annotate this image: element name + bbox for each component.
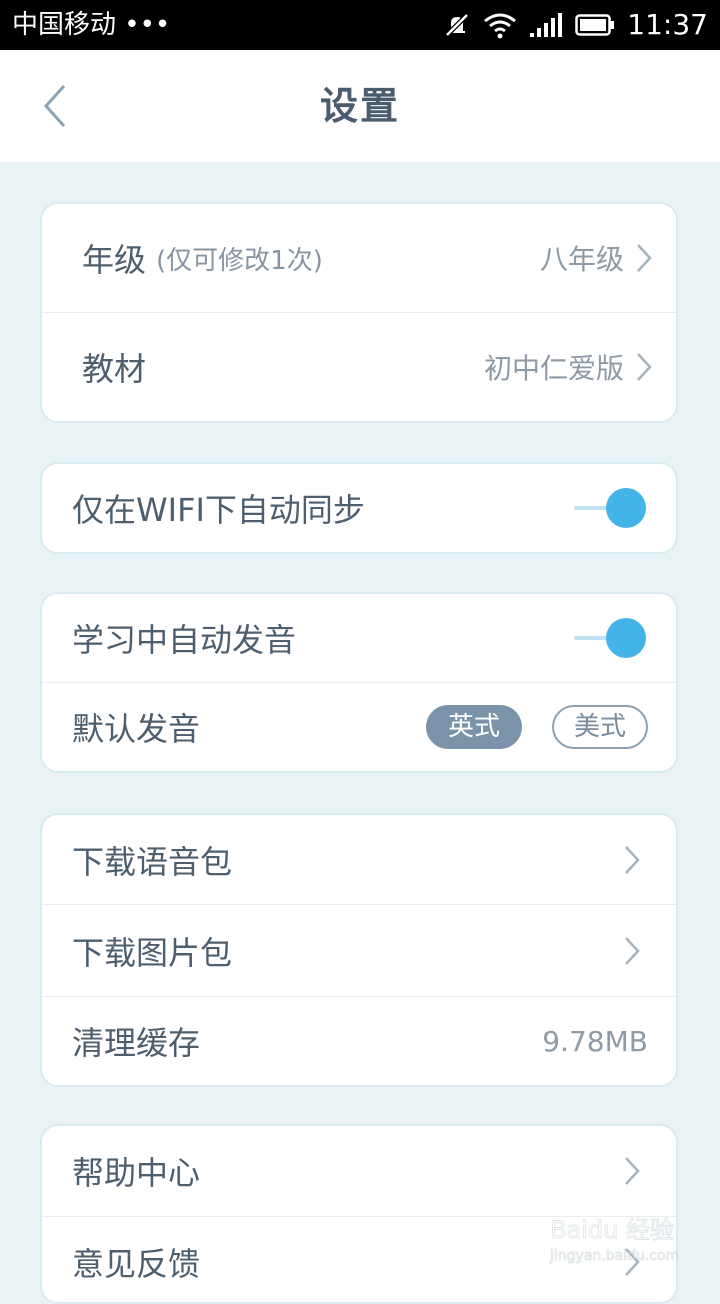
watermark-line2: jingyan.baidu.com <box>549 1248 679 1264</box>
toggle-knob <box>606 488 646 528</box>
mute-icon <box>445 13 470 37</box>
auto-pronounce-label: 学习中自动发音 <box>72 621 297 659</box>
help-center-label: 帮助中心 <box>72 1154 201 1192</box>
clear-cache-label: 清理缓存 <box>72 1024 201 1062</box>
page-title: 设置 <box>319 84 400 128</box>
american-option-button[interactable]: 美式 <box>552 705 648 749</box>
wifi-sync-toggle[interactable] <box>574 488 646 528</box>
chevron-right-icon <box>625 936 640 965</box>
auto-pronounce-row: 学习中自动发音 <box>42 594 676 683</box>
toggle-knob <box>606 618 646 658</box>
wifi-sync-label: 仅在WIFI下自动同步 <box>72 491 365 529</box>
grade-textbook-card: 年级 (仅可修改1次) 八年级 教材 初中仁爱版 <box>40 202 678 423</box>
grade-row[interactable]: 年级 (仅可修改1次) 八年级 <box>42 204 676 313</box>
chevron-right-icon <box>637 353 652 381</box>
wifi-sync-row: 仅在WIFI下自动同步 <box>42 464 676 552</box>
status-bar: 中国移动 ••• 11:37 <box>0 0 720 50</box>
pronunciation-card: 学习中自动发音 默认发音 英式 美式 <box>40 592 678 773</box>
default-pronounce-row: 默认发音 英式 美式 <box>42 683 676 771</box>
auto-pronounce-toggle[interactable] <box>574 618 646 658</box>
textbook-value: 初中仁爱版 <box>483 352 624 385</box>
clock: 11:37 <box>627 8 708 41</box>
british-option-button[interactable]: 英式 <box>426 705 522 749</box>
feedback-label: 意见反馈 <box>72 1245 201 1283</box>
signal-icon <box>530 13 563 37</box>
sync-card: 仅在WIFI下自动同步 <box>40 462 678 554</box>
baidu-watermark: Baidu 经验 jingyan.baidu.com <box>549 1216 680 1265</box>
image-pack-label: 下载图片包 <box>72 933 233 972</box>
carrier-label: 中国移动 ••• <box>12 10 171 40</box>
grade-value: 八年级 <box>539 243 624 276</box>
textbook-row[interactable]: 教材 初中仁爱版 <box>42 313 676 421</box>
navigation-header: 设置 <box>0 50 720 162</box>
default-pronounce-label: 默认发音 <box>72 710 201 748</box>
grade-note: (仅可修改1次) <box>156 245 323 276</box>
voice-pack-row[interactable]: 下载语音包 <box>42 815 676 905</box>
voice-pack-label: 下载语音包 <box>72 842 233 881</box>
chevron-right-icon <box>625 845 640 874</box>
cache-size-value: 9.78MB <box>542 1024 648 1058</box>
chevron-right-icon <box>637 244 652 272</box>
chevron-right-icon <box>625 1157 640 1185</box>
watermark-line1: Baidu 经验 <box>550 1216 674 1244</box>
grade-label-group: 年级 (仅可修改1次) <box>82 204 323 312</box>
image-pack-row[interactable]: 下载图片包 <box>42 905 676 997</box>
battery-icon <box>575 14 615 36</box>
storage-card: 下载语音包 下载图片包 清理缓存 9.78MB <box>40 813 678 1087</box>
help-center-row[interactable]: 帮助中心 <box>42 1126 676 1217</box>
grade-label: 年级 <box>82 241 147 279</box>
textbook-label: 教材 <box>82 350 147 388</box>
clear-cache-row[interactable]: 清理缓存 9.78MB <box>42 997 676 1085</box>
status-icons: 11:37 <box>443 8 708 42</box>
wifi-icon <box>484 13 517 39</box>
